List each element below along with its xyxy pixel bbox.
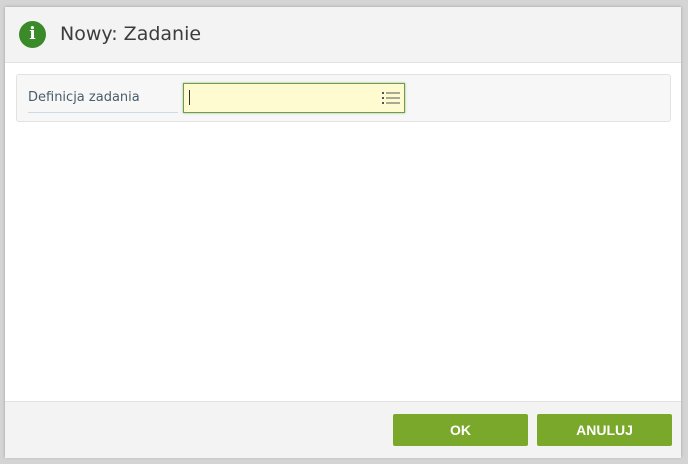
task-definition-label: Definicja zadania [28, 88, 178, 113]
ok-button[interactable]: OK [393, 414, 528, 446]
dialog-title: Nowy: Zadanie [60, 23, 202, 45]
new-task-dialog: i Nowy: Zadanie Definicja zadania OK ANU… [5, 7, 681, 458]
task-definition-input[interactable] [183, 83, 405, 113]
text-caret [189, 90, 190, 105]
list-icon[interactable] [381, 90, 401, 106]
form-panel: Definicja zadania [16, 74, 671, 122]
dialog-footer: OK ANULUJ [5, 401, 681, 458]
dialog-header: i Nowy: Zadanie [5, 7, 681, 63]
info-icon: i [19, 21, 46, 48]
cancel-button[interactable]: ANULUJ [537, 414, 672, 446]
dialog-content: Definicja zadania [5, 63, 681, 401]
